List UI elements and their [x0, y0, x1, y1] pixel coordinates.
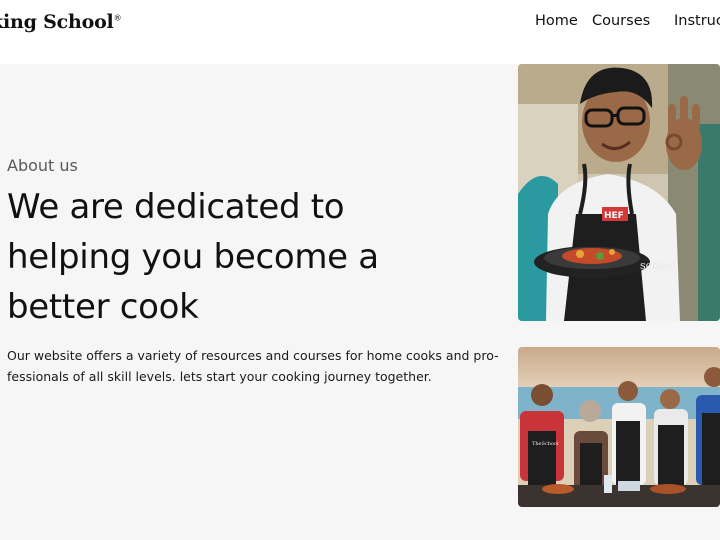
nav-instructors-link[interactable]: Instruc [674, 13, 720, 29]
group-beach-photo: TheSchool [518, 347, 720, 507]
nav-home-link[interactable]: Home [535, 13, 578, 29]
apron-logo-text: school [640, 259, 676, 272]
group-apron-text: TheSchool [532, 441, 559, 447]
hero-headline: We are dedicated to helping you become a… [7, 187, 379, 327]
about-eyebrow: About us [7, 156, 78, 175]
shirt-text: HEF [604, 211, 624, 221]
nav-courses-link[interactable]: Courses [592, 13, 650, 29]
main-nav: Home Courses Instruc [0, 13, 720, 33]
hero-description: Our website offers a variety of resource… [7, 348, 499, 384]
site-header: king School® Home Courses Instruc [0, 0, 720, 64]
boy-cooking-photo: school HEF [518, 64, 720, 321]
